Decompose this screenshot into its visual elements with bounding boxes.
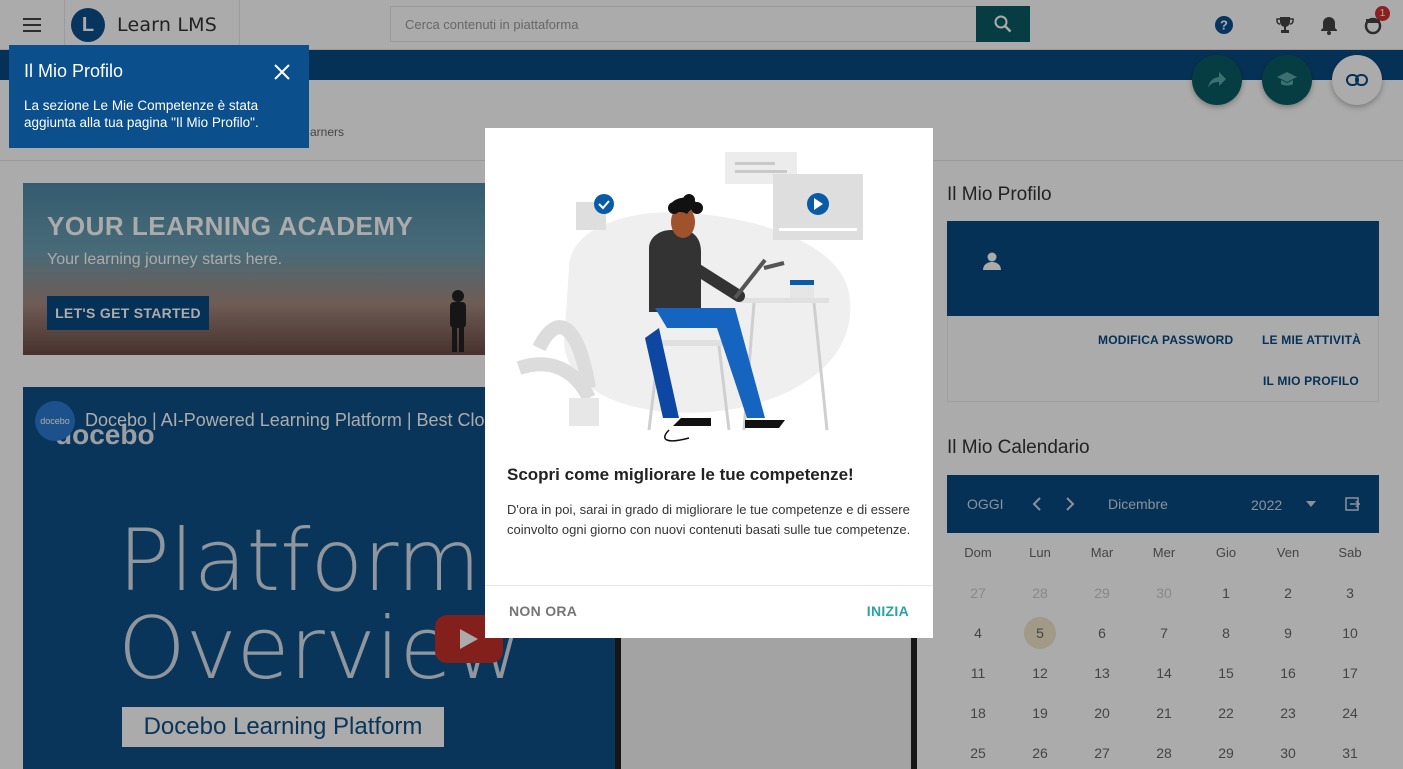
modal-body: D'ora in poi, sarai in grado di migliora… <box>507 502 911 537</box>
modal-title: Scopri come migliorare le tue competenze… <box>507 465 854 484</box>
tooltip-text: La sezione Le Mie Competenze è stata agg… <box>24 98 259 130</box>
modal-divider <box>485 585 933 586</box>
close-icon[interactable] <box>273 63 291 81</box>
profile-tooltip: Il Mio Profilo La sezione Le Mie Compete… <box>9 45 309 148</box>
tooltip-title: Il Mio Profilo <box>24 61 124 81</box>
person-at-laptop-illustration <box>516 152 863 442</box>
skills-modal: Scopri come migliorare le tue competenze… <box>485 128 933 638</box>
not-now-button[interactable]: NON ORA <box>509 603 577 619</box>
start-button[interactable]: INIZIA <box>867 603 909 619</box>
